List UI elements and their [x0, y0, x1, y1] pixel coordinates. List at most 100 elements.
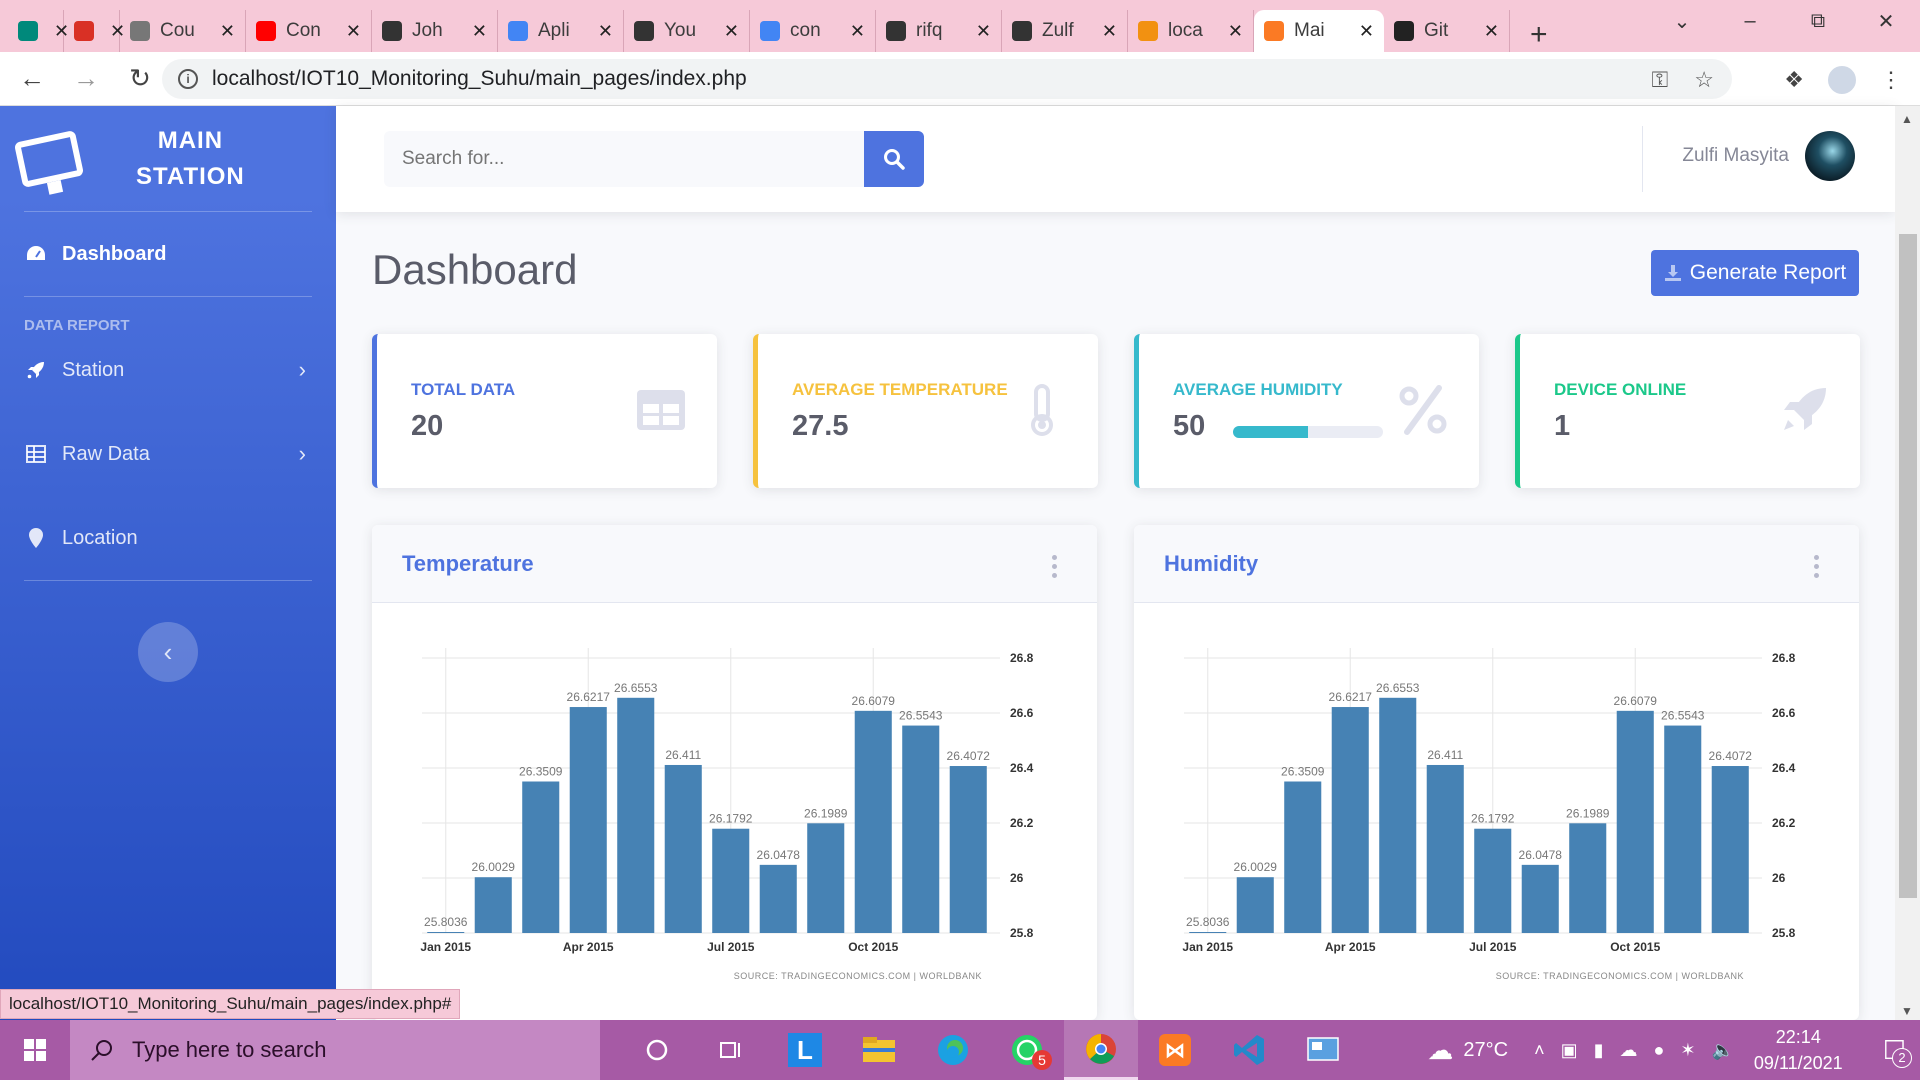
sidebar-item-dashboard[interactable]: Dashboard [0, 212, 336, 296]
weather-cloud-icon[interactable]: ☁ [1427, 1035, 1453, 1066]
close-tab-icon[interactable]: ✕ [346, 21, 361, 42]
status-url-bubble: localhost/IOT10_Monitoring_Suhu/main_pag… [0, 989, 461, 1019]
xampp-icon[interactable]: ⋈ [1138, 1020, 1212, 1080]
restore-button[interactable]: ⧉ [1784, 10, 1852, 33]
browser-tab[interactable]: ✕ [64, 10, 125, 52]
browser-tab[interactable]: Git ✕ [1384, 10, 1510, 52]
search-button[interactable] [864, 131, 924, 187]
taskbar-search-box[interactable]: Type here to search [70, 1020, 600, 1080]
reload-button[interactable]: ↻ [118, 63, 162, 94]
weather-temp[interactable]: 27°C [1463, 1039, 1508, 1062]
control-panel-icon[interactable] [1286, 1020, 1360, 1080]
bookmark-star-icon[interactable]: ☆ [1694, 67, 1714, 93]
notification-center-icon[interactable]: ☐ 2 [1883, 1035, 1912, 1068]
browser-menu-icon[interactable]: ⋮ [1880, 67, 1902, 93]
profile-avatar[interactable] [1826, 64, 1858, 96]
rocket-icon [24, 358, 48, 382]
taskbar-clock[interactable]: 22:14 09/11/2021 [1754, 1024, 1843, 1076]
sidebar-item-label: Station [62, 358, 125, 381]
more-vertical-icon[interactable] [1814, 555, 1819, 578]
chevron-up-icon[interactable]: ˄ [1534, 1040, 1545, 1061]
site-info-icon[interactable]: i [178, 69, 198, 89]
microphone-icon[interactable]: ● [1654, 1040, 1665, 1061]
bar [712, 828, 750, 933]
new-tab-button[interactable]: + [1530, 18, 1548, 52]
chevron-right-icon: › [298, 441, 306, 466]
close-tab-icon[interactable]: ✕ [472, 21, 487, 42]
extensions-icon[interactable]: ❖ [1784, 67, 1804, 93]
clock-date: 09/11/2021 [1753, 1053, 1843, 1073]
sidebar-item-station[interactable]: Station › [0, 328, 336, 412]
topbar-divider [1642, 126, 1643, 192]
whatsapp-icon[interactable]: 5 [990, 1020, 1064, 1080]
browser-tab[interactable]: Mai ✕ [1254, 10, 1384, 52]
close-tab-icon[interactable]: ✕ [724, 21, 739, 42]
bar [949, 766, 987, 933]
sidebar-toggle-button[interactable]: ‹ [138, 622, 198, 682]
close-tab-icon[interactable]: ✕ [976, 21, 991, 42]
meet-icon[interactable]: ▣ [1561, 1040, 1578, 1061]
forward-button[interactable]: → [64, 63, 108, 94]
volume-icon[interactable]: 🔈 [1712, 1040, 1734, 1061]
bar [1189, 932, 1227, 933]
data-label: 26.4072 [1709, 749, 1753, 763]
search-input[interactable] [384, 131, 864, 187]
browser-tab[interactable]: You ✕ [624, 10, 750, 52]
close-tab-icon[interactable]: ✕ [1102, 21, 1117, 42]
data-label: 26.6217 [1329, 690, 1373, 704]
record-icon [74, 21, 94, 41]
minimize-button[interactable]: – [1716, 10, 1784, 33]
more-vertical-icon[interactable] [1052, 555, 1057, 578]
scroll-down-arrow[interactable]: ▼ [1901, 1004, 1913, 1018]
browser-tab[interactable]: ✕ [8, 10, 69, 52]
browser-tab[interactable]: Apli ✕ [498, 10, 624, 52]
onedrive-cloud-icon[interactable]: ☁ [1620, 1040, 1638, 1061]
browser-tab[interactable]: rifq ✕ [876, 10, 1002, 52]
data-label: 26.1989 [804, 806, 848, 820]
browser-tab[interactable]: Cou ✕ [120, 10, 246, 52]
task-view-icon[interactable] [694, 1020, 768, 1080]
progress-fill [1233, 426, 1308, 438]
network-icon[interactable]: ✶ [1680, 1040, 1695, 1061]
page-scrollbar[interactable]: ▲ ▼ [1895, 106, 1920, 1020]
close-tab-icon[interactable]: ✕ [1484, 21, 1499, 42]
user-dropdown[interactable]: Zulfi Masyita [1682, 131, 1855, 181]
file-explorer-icon[interactable] [842, 1020, 916, 1080]
sidebar-item-raw-data[interactable]: Raw Data › [0, 412, 336, 496]
browser-tab[interactable]: loca ✕ [1128, 10, 1254, 52]
close-window-button[interactable]: ✕ [1852, 9, 1920, 34]
vscode-icon[interactable] [1212, 1020, 1286, 1080]
browser-tab[interactable]: Con ✕ [246, 10, 372, 52]
chart-source-note: SOURCE: TRADINGECONOMICS.COM | WORLDBANK [1496, 971, 1744, 981]
close-tab-icon[interactable]: ✕ [598, 21, 613, 42]
app-l-icon[interactable]: L [768, 1020, 842, 1080]
browser-tab[interactable]: Joh ✕ [372, 10, 498, 52]
key-icon[interactable]: ⚿ [1652, 67, 1669, 93]
sidebar-item-location[interactable]: Location [0, 496, 336, 580]
y-tick-label: 26.2 [1772, 816, 1796, 830]
data-label: 25.8036 [424, 915, 468, 929]
browser-tab[interactable]: Zulf ✕ [1002, 10, 1128, 52]
back-button[interactable]: ← [10, 63, 54, 94]
scrollbar-thumb[interactable] [1899, 234, 1917, 898]
close-tab-icon[interactable]: ✕ [220, 21, 235, 42]
chrome-icon[interactable] [1064, 1020, 1138, 1080]
tab-search-icon[interactable]: ⌄ [1648, 9, 1716, 34]
y-tick-label: 26.4 [1010, 761, 1034, 775]
cortana-icon[interactable] [620, 1020, 694, 1080]
generate-report-button[interactable]: Generate Report [1651, 250, 1859, 296]
bar [854, 710, 892, 933]
close-tab-icon[interactable]: ✕ [850, 21, 865, 42]
data-label: 26.6553 [614, 681, 658, 695]
browser-tab[interactable]: con ✕ [750, 10, 876, 52]
close-tab-icon[interactable]: ✕ [1359, 21, 1374, 42]
edge-icon[interactable] [916, 1020, 990, 1080]
temperature-chart: 25.8 26 26.2 26.4 26.6 26.8 Jan 2015 Apr 2015 Ju… [420, 648, 1034, 981]
start-button[interactable] [0, 1020, 70, 1080]
x-tick-label: Jan 2015 [1182, 940, 1233, 954]
address-bar[interactable]: i localhost/IOT10_Monitoring_Suhu/main_p… [162, 59, 1732, 99]
scroll-up-arrow[interactable]: ▲ [1901, 112, 1913, 126]
close-tab-icon[interactable]: ✕ [1228, 21, 1243, 42]
sidebar-brand[interactable]: MAIN STATION [0, 106, 336, 211]
battery-icon[interactable]: ▮ [1594, 1040, 1604, 1061]
